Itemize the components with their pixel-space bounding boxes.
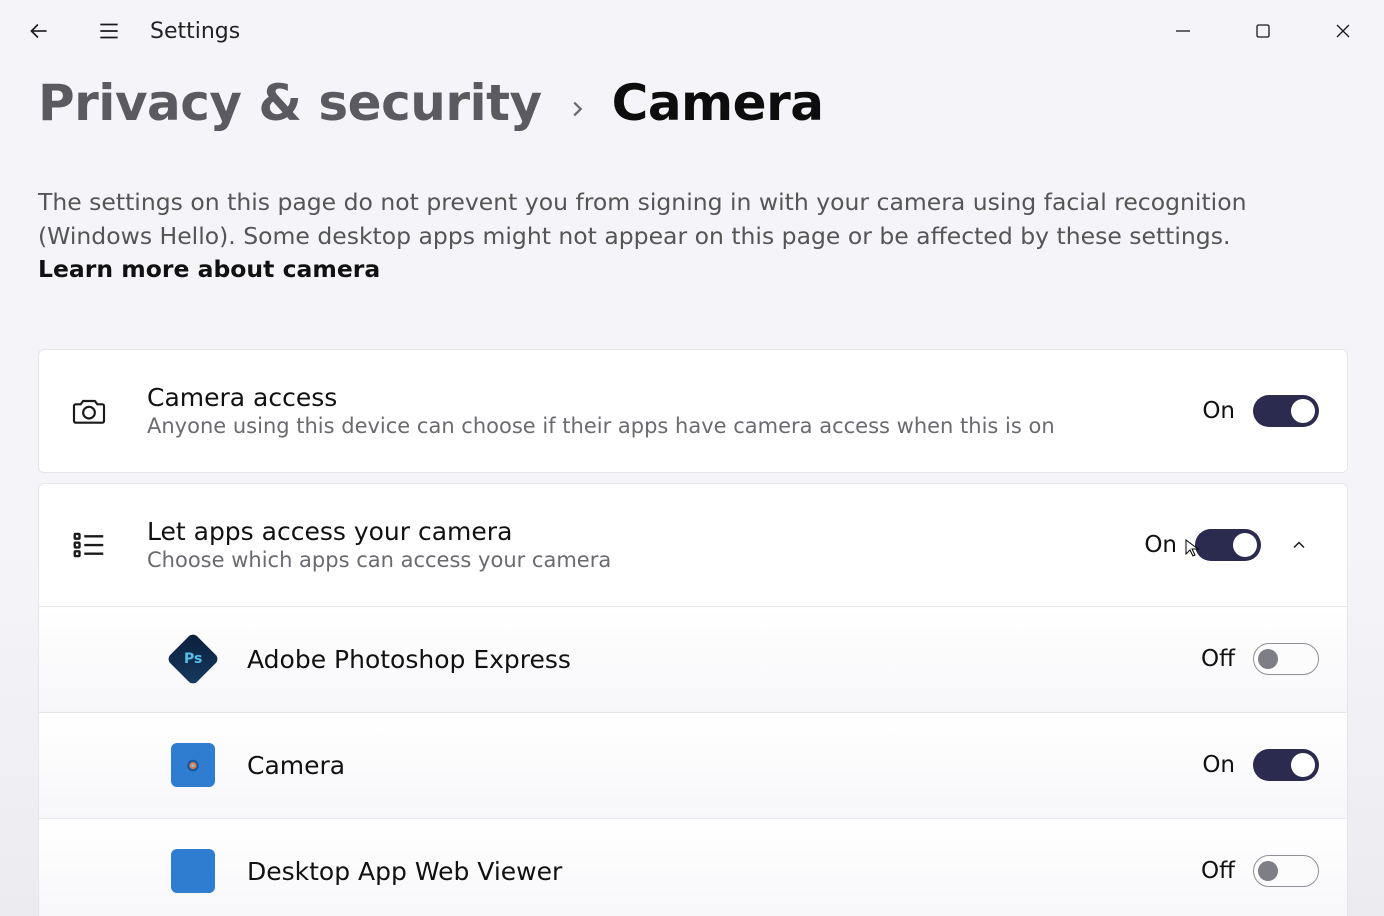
app-title: Settings [150,19,240,44]
learn-more-link[interactable]: Learn more about camera [38,255,380,283]
app-state: Off [1201,858,1235,884]
description-text: The settings on this page do not prevent… [38,188,1246,250]
camera-access-subtitle: Anyone using this device can choose if t… [147,414,1202,438]
camera-access-title: Camera access [147,383,1202,412]
camera-access-card: Camera access Anyone using this device c… [38,349,1348,473]
app-state: Off [1201,646,1235,672]
camera-icon [67,391,111,431]
camera-access-state: On [1202,398,1235,424]
app-toggle-webviewer[interactable] [1253,855,1319,887]
app-row-webviewer: Desktop App Web Viewer Off [39,818,1347,916]
app-name: Adobe Photoshop Express [247,645,1201,674]
apps-access-title: Let apps access your camera [147,517,1144,546]
app-row-camera: Camera On [39,712,1347,818]
page-description: The settings on this page do not prevent… [38,186,1298,287]
app-state: On [1202,752,1235,778]
camera-app-icon [171,743,215,787]
camera-access-toggle[interactable] [1253,395,1319,427]
titlebar: Settings [0,0,1384,62]
minimize-button[interactable] [1154,11,1212,51]
hamburger-menu-icon[interactable] [82,7,136,55]
breadcrumb-parent[interactable]: Privacy & security [38,74,542,132]
apps-access-subtitle: Choose which apps can access your camera [147,548,1144,572]
app-toggle-camera[interactable] [1253,749,1319,781]
chevron-up-icon[interactable] [1279,535,1319,555]
maximize-button[interactable] [1234,11,1292,51]
breadcrumb-current: Camera [612,74,824,132]
breadcrumb: Privacy & security Camera [38,74,1384,132]
app-row-photoshop: Ps Adobe Photoshop Express Off [39,606,1347,712]
content-area: Privacy & security Camera The settings o… [0,74,1384,916]
webviewer-icon [171,849,215,893]
apps-access-header[interactable]: Let apps access your camera Choose which… [39,484,1347,606]
list-icon [67,526,111,564]
apps-access-card: Let apps access your camera Choose which… [38,483,1348,916]
photoshop-icon: Ps [166,632,220,686]
chevron-right-icon [566,74,588,132]
app-name: Desktop App Web Viewer [247,857,1201,886]
apps-access-state: On [1144,532,1177,558]
app-toggle-photoshop[interactable] [1253,643,1319,675]
app-name: Camera [247,751,1202,780]
close-button[interactable] [1314,11,1372,51]
apps-access-toggle[interactable] [1195,529,1261,561]
back-button[interactable] [12,7,66,55]
